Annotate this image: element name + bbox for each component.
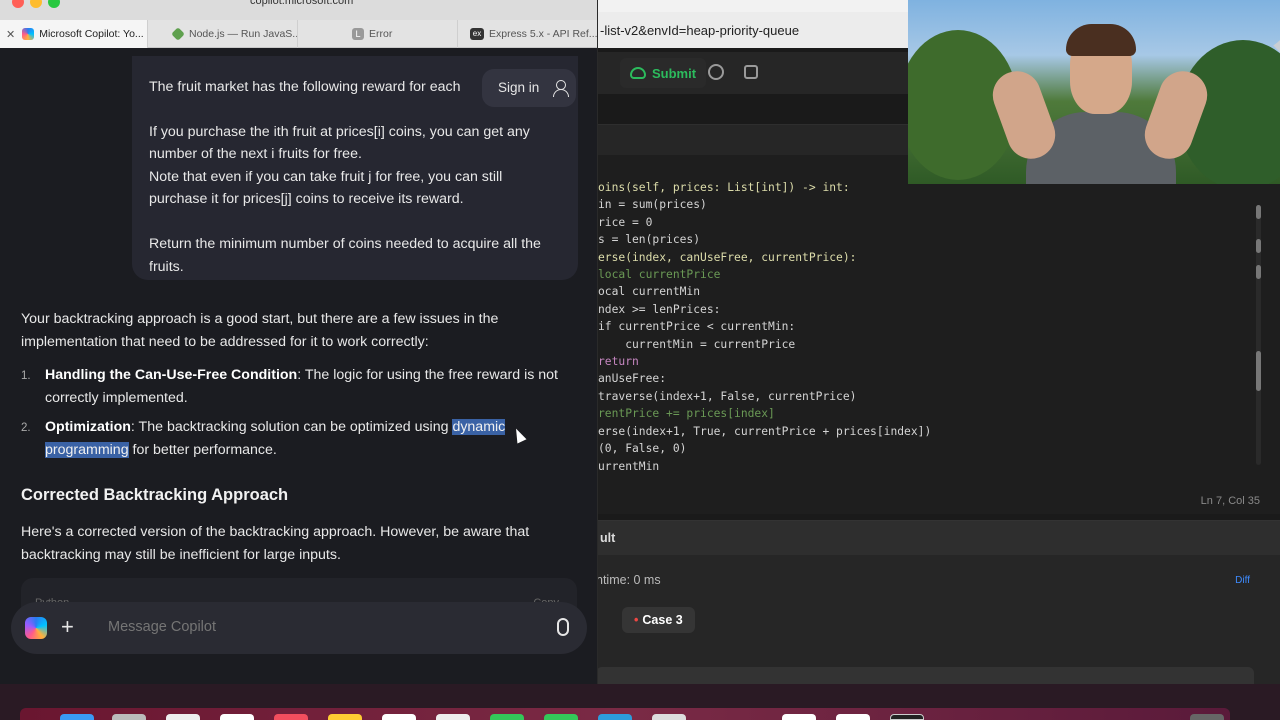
macos-dock [0, 684, 1280, 720]
copilot-icon [22, 28, 35, 40]
tab-copilot[interactable]: ✕ Microsoft Copilot: Yo... [0, 20, 148, 48]
code-line: urrentMin [598, 459, 660, 473]
code-line: s = len(prices) [598, 233, 701, 247]
submit-button[interactable]: Submit [620, 58, 707, 88]
list-item-title: Optimization [45, 419, 131, 436]
browser-top-strip [596, 0, 908, 12]
copilot-logo-icon[interactable] [25, 617, 47, 639]
app-icon[interactable] [382, 714, 416, 720]
section-heading: Corrected Backtracking Approach [21, 486, 289, 504]
message-text: Return the minimum number of coins neede… [149, 235, 541, 275]
cursor-position: Ln 7, Col 35 [1200, 495, 1260, 507]
answer-paragraph: Here's a corrected version of the backtr… [21, 524, 530, 563]
app-icon[interactable] [166, 714, 200, 720]
message-composer: + [11, 602, 587, 654]
microphone-icon[interactable] [557, 618, 569, 636]
result-tab[interactable]: ult [596, 521, 1280, 555]
app-icon[interactable] [112, 714, 146, 720]
message-text: Note that even if you can take fruit j f… [149, 168, 503, 208]
code-line: in = sum(prices) [598, 198, 707, 212]
alarm-icon[interactable] [708, 64, 724, 80]
tab-error[interactable]: L Error [298, 20, 458, 48]
code-line: traverse(index+1, False, currentPrice) [598, 389, 857, 403]
code-line: rentPrice += prices[index] [598, 407, 775, 421]
submit-label: Submit [652, 65, 697, 81]
editor-scrollbar[interactable] [1256, 205, 1261, 465]
copilot-chat: The fruit market has the following rewar… [0, 48, 597, 684]
list-item-text: : The backtracking solution can be optim… [130, 419, 453, 436]
tab-label: Node.js — Run JavaS... [189, 28, 298, 40]
user-icon [553, 80, 570, 97]
close-tab-icon[interactable]: ✕ [6, 28, 15, 48]
notes-icon[interactable] [744, 65, 758, 79]
tab-bar: ✕ Microsoft Copilot: Yo... Node.js — Run… [0, 20, 598, 48]
add-attachment-icon[interactable]: + [61, 614, 74, 640]
nodejs-icon [171, 27, 185, 41]
list-item-title: Handling the Can-Use-Free Condition [45, 367, 298, 383]
zoom-window-button[interactable] [48, 0, 60, 8]
code-line: ocal currentMin [598, 285, 701, 299]
title-bar: copilot.microsoft.com [0, 0, 597, 20]
code-line: currentMin = currentPrice [598, 337, 796, 351]
message-input[interactable] [108, 619, 528, 635]
code-line: rice = 0 [598, 215, 653, 229]
code-line: ndex >= lenPrices: [598, 302, 721, 316]
code-line: erse(index, canUseFree, currentPrice): [598, 250, 857, 264]
code-line: (0, False, 0) [598, 442, 687, 456]
app-icon[interactable] [328, 714, 362, 720]
code-text[interactable]: oins(self, prices: List[int]) -> int: in… [598, 179, 931, 475]
trash-icon[interactable] [1190, 714, 1224, 720]
app-icon[interactable] [598, 714, 632, 720]
webcam-video [908, 0, 1280, 184]
app-icon[interactable] [274, 714, 308, 720]
app-icon[interactable] [782, 714, 816, 720]
assistant-answer-intro: Your backtracking approach is a good sta… [21, 311, 499, 350]
code-line: oins(self, prices: List[int]) -> int: [598, 181, 850, 194]
tab-express[interactable]: ex Express 5.x - API Ref... [458, 20, 598, 48]
case-tab[interactable]: • Case 3 [622, 607, 695, 633]
cloud-upload-icon [630, 67, 646, 79]
tab-label: Microsoft Copilot: Yo... [39, 28, 144, 40]
message-text: If you purchase the ith fruit at prices[… [149, 123, 530, 163]
list-item: 1. Handling the Can-Use-Free Condition: … [21, 367, 558, 406]
minimize-window-button[interactable] [30, 0, 42, 8]
screen: -list-v2&envId=heap-priority-queue Submi… [0, 0, 1280, 720]
leetcode-url-bar[interactable]: -list-v2&envId=heap-priority-queue [596, 12, 908, 48]
safari-window: copilot.microsoft.com ✕ Microsoft Copilo… [0, 0, 598, 684]
tab-label: Express 5.x - API Ref... [489, 28, 598, 40]
app-icon[interactable] [220, 714, 254, 720]
finder-icon[interactable] [60, 714, 94, 720]
list-item-text: for better performance. [128, 441, 277, 458]
fail-dot-icon: • [634, 613, 639, 627]
runtime-label: ntime: 0 ms [596, 573, 661, 587]
code-line: if currentPrice < currentMin: [598, 320, 796, 334]
app-icon[interactable] [836, 714, 870, 720]
code-line: erse(index+1, True, currentPrice + price… [598, 424, 932, 438]
sign-in-label: Sign in [498, 79, 540, 95]
close-window-button[interactable] [12, 0, 24, 8]
code-line: local currentPrice [598, 268, 721, 282]
diff-toggle[interactable]: Diff [1235, 575, 1250, 586]
address-bar[interactable]: copilot.microsoft.com [250, 0, 450, 9]
code-line: return [598, 355, 639, 369]
code-line: anUseFree: [598, 372, 667, 386]
app-icon[interactable] [652, 714, 686, 720]
sign-in-button[interactable]: Sign in [482, 69, 576, 107]
app-icon[interactable] [490, 714, 524, 720]
app-icon[interactable] [436, 714, 470, 720]
app-icon[interactable] [544, 714, 578, 720]
case-label: Case 3 [642, 613, 683, 627]
list-item: 2. Optimization: The backtracking soluti… [21, 419, 506, 458]
express-icon: ex [470, 28, 484, 40]
tab-label: Error [369, 28, 393, 40]
terminal-icon[interactable] [890, 714, 924, 720]
tab-nodejs[interactable]: Node.js — Run JavaS... [148, 20, 298, 48]
issues-list: 1. Handling the Can-Use-Free Condition: … [21, 364, 581, 468]
letter-l-icon: L [352, 28, 364, 40]
